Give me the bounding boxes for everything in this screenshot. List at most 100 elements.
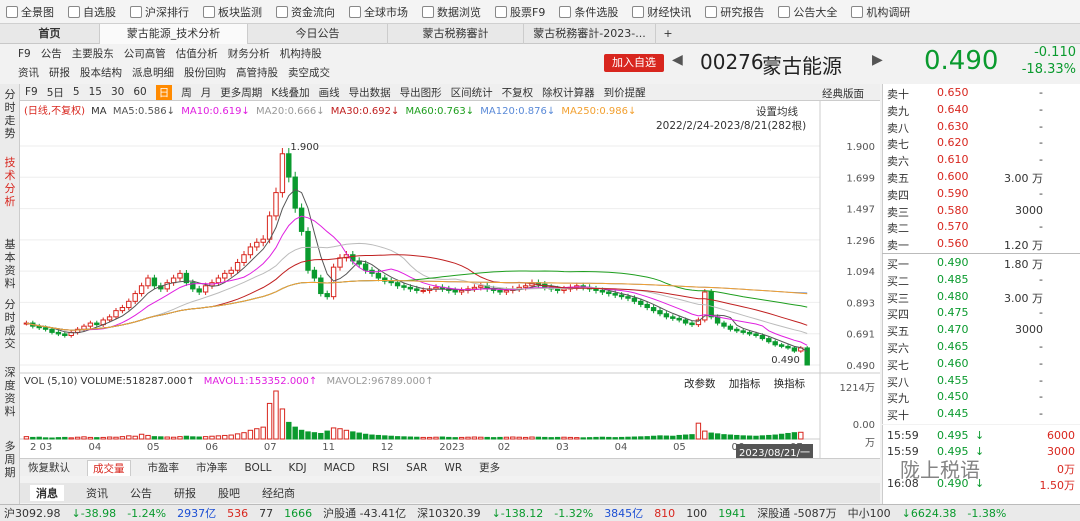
- orderbook-row[interactable]: 买八 0.455 -: [883, 374, 1079, 390]
- tab-today-notice[interactable]: 今日公告: [248, 24, 388, 44]
- kline-chart[interactable]: 1.900 1.699 1.497 1.296 1.094 0.893 0.691 0.490…: [20, 101, 880, 458]
- chart-toolbar-item[interactable]: 60: [133, 86, 146, 98]
- orderbook-row[interactable]: 卖一 0.560 1.20 万: [883, 237, 1079, 253]
- subnav-link[interactable]: 资讯: [18, 65, 39, 80]
- toolbar-item[interactable]: 资金流向: [276, 4, 335, 20]
- orderbook-row[interactable]: 买五 0.470 3000: [883, 323, 1079, 339]
- indicator-tab[interactable]: MACD: [324, 462, 355, 474]
- news-tab[interactable]: 经纪商: [262, 485, 295, 501]
- news-tab[interactable]: 研报: [174, 485, 196, 501]
- chart-toolbar-item[interactable]: 导出数据: [349, 85, 391, 100]
- subnav-link[interactable]: 卖空成交: [288, 65, 330, 80]
- subnav-link[interactable]: 股份回购: [184, 65, 226, 80]
- orderbook-row[interactable]: 卖四 0.590 -: [883, 187, 1079, 203]
- toolbar-item[interactable]: 财经快讯: [632, 4, 691, 20]
- chart-toolbar-item[interactable]: 周: [181, 85, 192, 100]
- news-tab[interactable]: 公告: [130, 485, 152, 501]
- toolbar-item[interactable]: 机构调研: [851, 4, 910, 20]
- toolbar-item[interactable]: 沪深排行: [130, 4, 189, 20]
- indicator-tab[interactable]: 市净率: [196, 460, 228, 475]
- chart-area[interactable]: 1.900 1.699 1.497 1.296 1.094 0.893 0.691 0.490…: [20, 101, 880, 458]
- indicator-tab[interactable]: WR: [444, 462, 462, 474]
- indicator-tab[interactable]: BOLL: [245, 462, 272, 474]
- subnav-link[interactable]: 派息明细: [132, 65, 174, 80]
- subnav-link[interactable]: 股本结构: [80, 65, 122, 80]
- vnav-item[interactable]: 深度资料: [2, 366, 18, 418]
- toolbar-item[interactable]: 板块监测: [203, 4, 262, 20]
- chart-toolbar-item[interactable]: K线叠加: [271, 85, 309, 100]
- indicator-tab[interactable]: RSI: [372, 462, 389, 474]
- tab-tax-audit[interactable]: 蒙古税務審計: [388, 24, 524, 44]
- indicator-tab[interactable]: SAR: [406, 462, 427, 474]
- subnav-link[interactable]: 高管持股: [236, 65, 278, 80]
- ma-setting-button[interactable]: 设置均线: [756, 104, 798, 119]
- orderbook-row[interactable]: 买七 0.460 -: [883, 357, 1079, 373]
- tab-home[interactable]: 首页: [0, 24, 100, 44]
- news-tab[interactable]: 消息: [30, 485, 64, 501]
- subnav-link[interactable]: 公司高管: [124, 46, 166, 61]
- add-watchlist-button[interactable]: 加入自选: [604, 54, 664, 72]
- indicator-tab[interactable]: 成交量: [87, 459, 131, 476]
- orderbook-row[interactable]: 卖十 0.650 -: [883, 86, 1079, 102]
- subnav-link[interactable]: 财务分析: [228, 46, 270, 61]
- orderbook-row[interactable]: 卖三 0.580 3000: [883, 204, 1079, 220]
- chart-toolbar-item[interactable]: 日: [155, 84, 173, 100]
- subnav-link[interactable]: 机构持股: [280, 46, 322, 61]
- orderbook-row[interactable]: 卖五 0.600 3.00 万: [883, 170, 1079, 186]
- indicator-tab[interactable]: 更多: [479, 460, 500, 475]
- classic-layout-button[interactable]: 经典版面: [822, 86, 864, 101]
- orderbook-row[interactable]: 卖二 0.570 -: [883, 220, 1079, 236]
- chart-toolbar-item[interactable]: 15: [89, 86, 102, 98]
- add-tab-button[interactable]: +: [656, 24, 680, 44]
- indicator-tab[interactable]: 恢复默认: [28, 460, 70, 475]
- subnav-link[interactable]: F9: [18, 48, 31, 60]
- orderbook-row[interactable]: 买十 0.445 -: [883, 407, 1079, 423]
- orderbook-row[interactable]: 买六 0.465 -: [883, 340, 1079, 356]
- subnav-link[interactable]: 公告: [41, 46, 62, 61]
- chart-toolbar-item[interactable]: 不复权: [502, 85, 534, 100]
- indicator-tab[interactable]: KDJ: [288, 462, 306, 474]
- chart-toolbar-item[interactable]: 5日: [47, 85, 64, 100]
- vnav-item[interactable]: 分时走势: [2, 88, 18, 140]
- toolbar-item[interactable]: 研究报告: [705, 4, 764, 20]
- switch-indicator-button[interactable]: 换指标: [774, 378, 806, 390]
- toolbar-item[interactable]: 公告大全: [778, 4, 837, 20]
- chart-toolbar-item[interactable]: 5: [73, 86, 80, 98]
- toolbar-item[interactable]: 数据浏览: [422, 4, 481, 20]
- vnav-item[interactable]: 基本资料: [2, 238, 18, 290]
- chart-toolbar-item[interactable]: 到价提醒: [604, 85, 646, 100]
- orderbook-row[interactable]: 买一 0.490 1.80 万: [883, 256, 1079, 272]
- chart-toolbar-item[interactable]: 更多周期: [220, 85, 262, 100]
- orderbook-row[interactable]: 买三 0.480 3.00 万: [883, 290, 1079, 306]
- vnav-item[interactable]: 分时成交: [2, 298, 18, 350]
- orderbook-row[interactable]: 卖六 0.610 -: [883, 153, 1079, 169]
- tab-tax-audit-2023[interactable]: 蒙古税務審計-2023-...: [524, 24, 656, 44]
- prev-stock-icon[interactable]: ◀: [672, 52, 683, 68]
- vnav-item[interactable]: 多周期: [2, 440, 18, 479]
- toolbar-item[interactable]: 股票F9: [495, 4, 545, 20]
- subnav-link[interactable]: 研报: [49, 65, 70, 80]
- toolbar-item[interactable]: 全景图: [6, 4, 54, 20]
- orderbook-row[interactable]: 卖九 0.640 -: [883, 103, 1079, 119]
- toolbar-item[interactable]: 自选股: [68, 4, 116, 20]
- orderbook-row[interactable]: 卖七 0.620 -: [883, 136, 1079, 152]
- toolbar-item[interactable]: 条件选股: [559, 4, 618, 20]
- edit-params-button[interactable]: 改参数: [684, 378, 716, 390]
- vnav-item[interactable]: 技术分析: [2, 156, 18, 208]
- chart-toolbar-item[interactable]: 月: [201, 85, 212, 100]
- chart-toolbar-item[interactable]: F9: [25, 86, 38, 98]
- orderbook-row[interactable]: 买四 0.475 -: [883, 306, 1079, 322]
- tab-tech-analysis[interactable]: 蒙古能源_技术分析: [100, 24, 248, 44]
- toolbar-item[interactable]: 全球市场: [349, 4, 408, 20]
- chart-toolbar-item[interactable]: 区间统计: [451, 85, 493, 100]
- chart-toolbar-item[interactable]: 画线: [319, 85, 340, 100]
- news-tab[interactable]: 资讯: [86, 485, 108, 501]
- next-stock-icon[interactable]: ▶: [872, 52, 883, 68]
- indicator-tab[interactable]: 市盈率: [148, 460, 180, 475]
- chart-toolbar-item[interactable]: 导出图形: [400, 85, 442, 100]
- orderbook-row[interactable]: 买九 0.450 -: [883, 390, 1079, 406]
- chart-toolbar-item[interactable]: 30: [111, 86, 124, 98]
- orderbook-row[interactable]: 卖八 0.630 -: [883, 120, 1079, 136]
- add-indicator-button[interactable]: 加指标: [729, 378, 761, 390]
- chart-toolbar-item[interactable]: 除权计算器: [542, 85, 595, 100]
